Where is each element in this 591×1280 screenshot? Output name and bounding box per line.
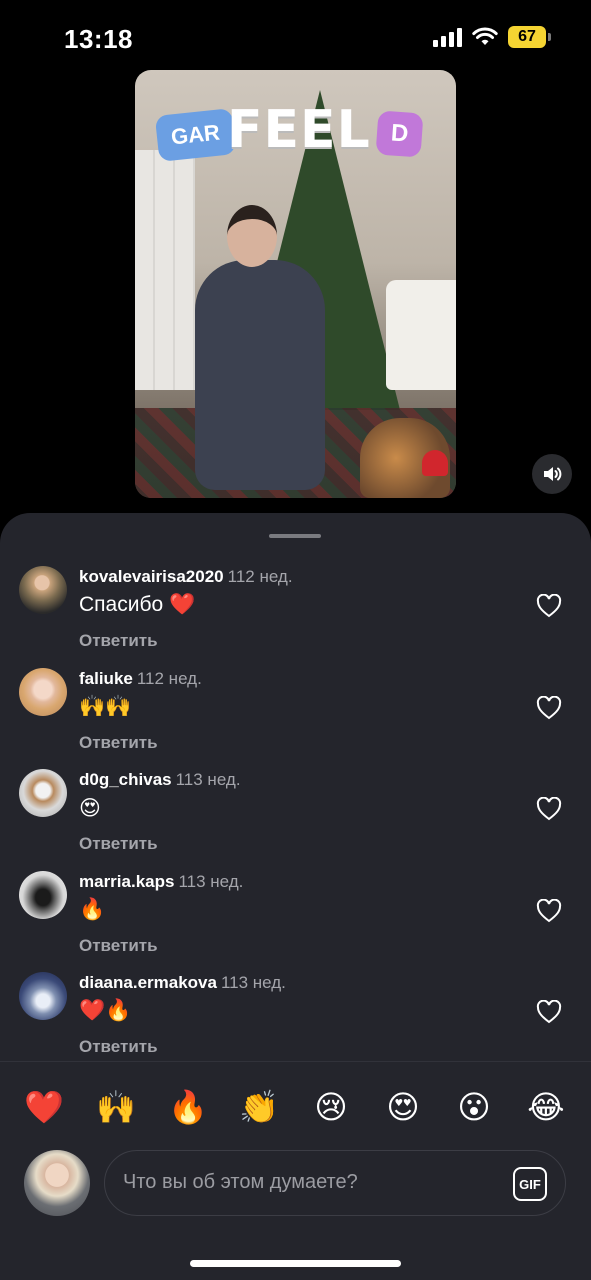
reaction-heart-eyes[interactable]: 😍 xyxy=(381,1085,425,1129)
comment-text: Спасибо ❤️ xyxy=(79,593,196,616)
reaction-crying[interactable]: 😢 xyxy=(309,1085,353,1129)
comment-input[interactable]: Что вы об этом думаете? GIF xyxy=(104,1150,566,1216)
comment-time: 113 нед. xyxy=(178,871,244,891)
sheet-drag-handle[interactable] xyxy=(269,534,321,538)
reaction-laughing[interactable]: 😂 xyxy=(524,1085,568,1129)
comment-item: kovalevairisa2020 112 нед. Спасибо ❤️ Отв… xyxy=(0,563,591,665)
current-user-avatar xyxy=(24,1150,90,1216)
comment-item: faliuke 112 нед. 🙌🙌 Ответить xyxy=(0,665,591,767)
comment-username[interactable]: diaana.ermakova xyxy=(79,973,217,992)
status-bar: 13:18 67 xyxy=(0,0,591,70)
avatar[interactable] xyxy=(19,769,67,818)
comment-time: 112 нед. xyxy=(136,668,202,688)
battery-icon: 67 xyxy=(508,26,551,48)
reaction-heart[interactable]: ❤️ xyxy=(22,1085,66,1129)
status-time: 13:18 xyxy=(64,24,133,54)
logo-left: GAR xyxy=(154,108,237,162)
comments-sheet: kovalevairisa2020 112 нед. Спасибо ❤️ Отв… xyxy=(0,513,591,1280)
comment-text: ❤️🔥 xyxy=(79,999,132,1023)
quick-reactions-bar: ❤️ 🙌 🔥 👏 😢 😍 😮 😂 xyxy=(0,1085,591,1129)
avatar[interactable] xyxy=(19,667,67,716)
comment-text: 🔥 xyxy=(79,897,106,921)
like-button[interactable] xyxy=(535,796,563,822)
speaker-icon xyxy=(544,467,562,481)
video-person xyxy=(195,260,325,490)
like-button[interactable] xyxy=(535,999,563,1025)
avatar[interactable] xyxy=(19,972,67,1021)
like-button[interactable] xyxy=(535,593,563,619)
cellular-signal-icon xyxy=(433,27,462,47)
wifi-icon xyxy=(472,27,498,45)
comment-time: 113 нед. xyxy=(220,973,286,993)
heart-outline-icon xyxy=(536,797,562,821)
reply-button[interactable]: Ответить xyxy=(79,1037,158,1057)
comment-time: 113 нед. xyxy=(175,770,241,790)
comment-item: diaana.ermakova 113 нед. ❤️🔥 Ответить xyxy=(0,969,591,1071)
comment-username[interactable]: kovalevairisa2020 xyxy=(79,567,224,586)
video-santa-hat xyxy=(422,450,448,476)
comment-text: 😍 xyxy=(79,797,101,821)
logo-main: FEEL xyxy=(227,100,371,160)
like-button[interactable] xyxy=(535,695,563,721)
reply-button[interactable]: Ответить xyxy=(79,936,158,956)
comments-list: kovalevairisa2020 112 нед. Спасибо ❤️ Отв… xyxy=(0,563,591,1071)
comment-input-placeholder: Что вы об этом думаете? xyxy=(123,1171,358,1193)
reply-button[interactable]: Ответить xyxy=(79,834,158,854)
heart-outline-icon xyxy=(536,594,562,618)
avatar[interactable] xyxy=(19,566,67,614)
heart-outline-icon xyxy=(536,898,562,923)
avatar[interactable] xyxy=(19,870,67,919)
reaction-raised-hands[interactable]: 🙌 xyxy=(94,1085,138,1129)
video-room-screen xyxy=(135,150,195,390)
heart-outline-icon xyxy=(536,1000,562,1024)
comment-time: 112 нед. xyxy=(227,567,293,586)
battery-level: 67 xyxy=(508,26,546,48)
reaction-surprised[interactable]: 😮 xyxy=(452,1085,496,1129)
reply-button[interactable]: Ответить xyxy=(79,631,158,651)
home-indicator[interactable] xyxy=(190,1260,401,1267)
reaction-clap[interactable]: 👏 xyxy=(237,1085,281,1129)
like-button[interactable] xyxy=(535,898,563,924)
comment-username[interactable]: d0g_chivas xyxy=(79,770,172,789)
heart-outline-icon xyxy=(536,695,562,719)
comment-username[interactable]: marria.kaps xyxy=(79,872,174,891)
comment-item: marria.kaps 113 нед. 🔥 Ответить xyxy=(0,868,591,970)
video-person-head xyxy=(227,205,277,267)
comment-username[interactable]: faliuke xyxy=(79,669,133,688)
divider xyxy=(0,1061,591,1062)
video-couch xyxy=(386,280,456,390)
logo-right: D xyxy=(375,110,424,158)
comment-item: d0g_chivas 113 нед. 😍 Ответить xyxy=(0,766,591,868)
video-player[interactable]: GAR FEEL D xyxy=(135,70,456,498)
reply-button[interactable]: Ответить xyxy=(79,733,158,753)
reaction-fire[interactable]: 🔥 xyxy=(166,1085,210,1129)
volume-button[interactable] xyxy=(532,454,572,494)
gif-button[interactable]: GIF xyxy=(513,1167,547,1201)
comment-text: 🙌🙌 xyxy=(79,694,132,718)
status-icons: 67 xyxy=(433,26,551,48)
